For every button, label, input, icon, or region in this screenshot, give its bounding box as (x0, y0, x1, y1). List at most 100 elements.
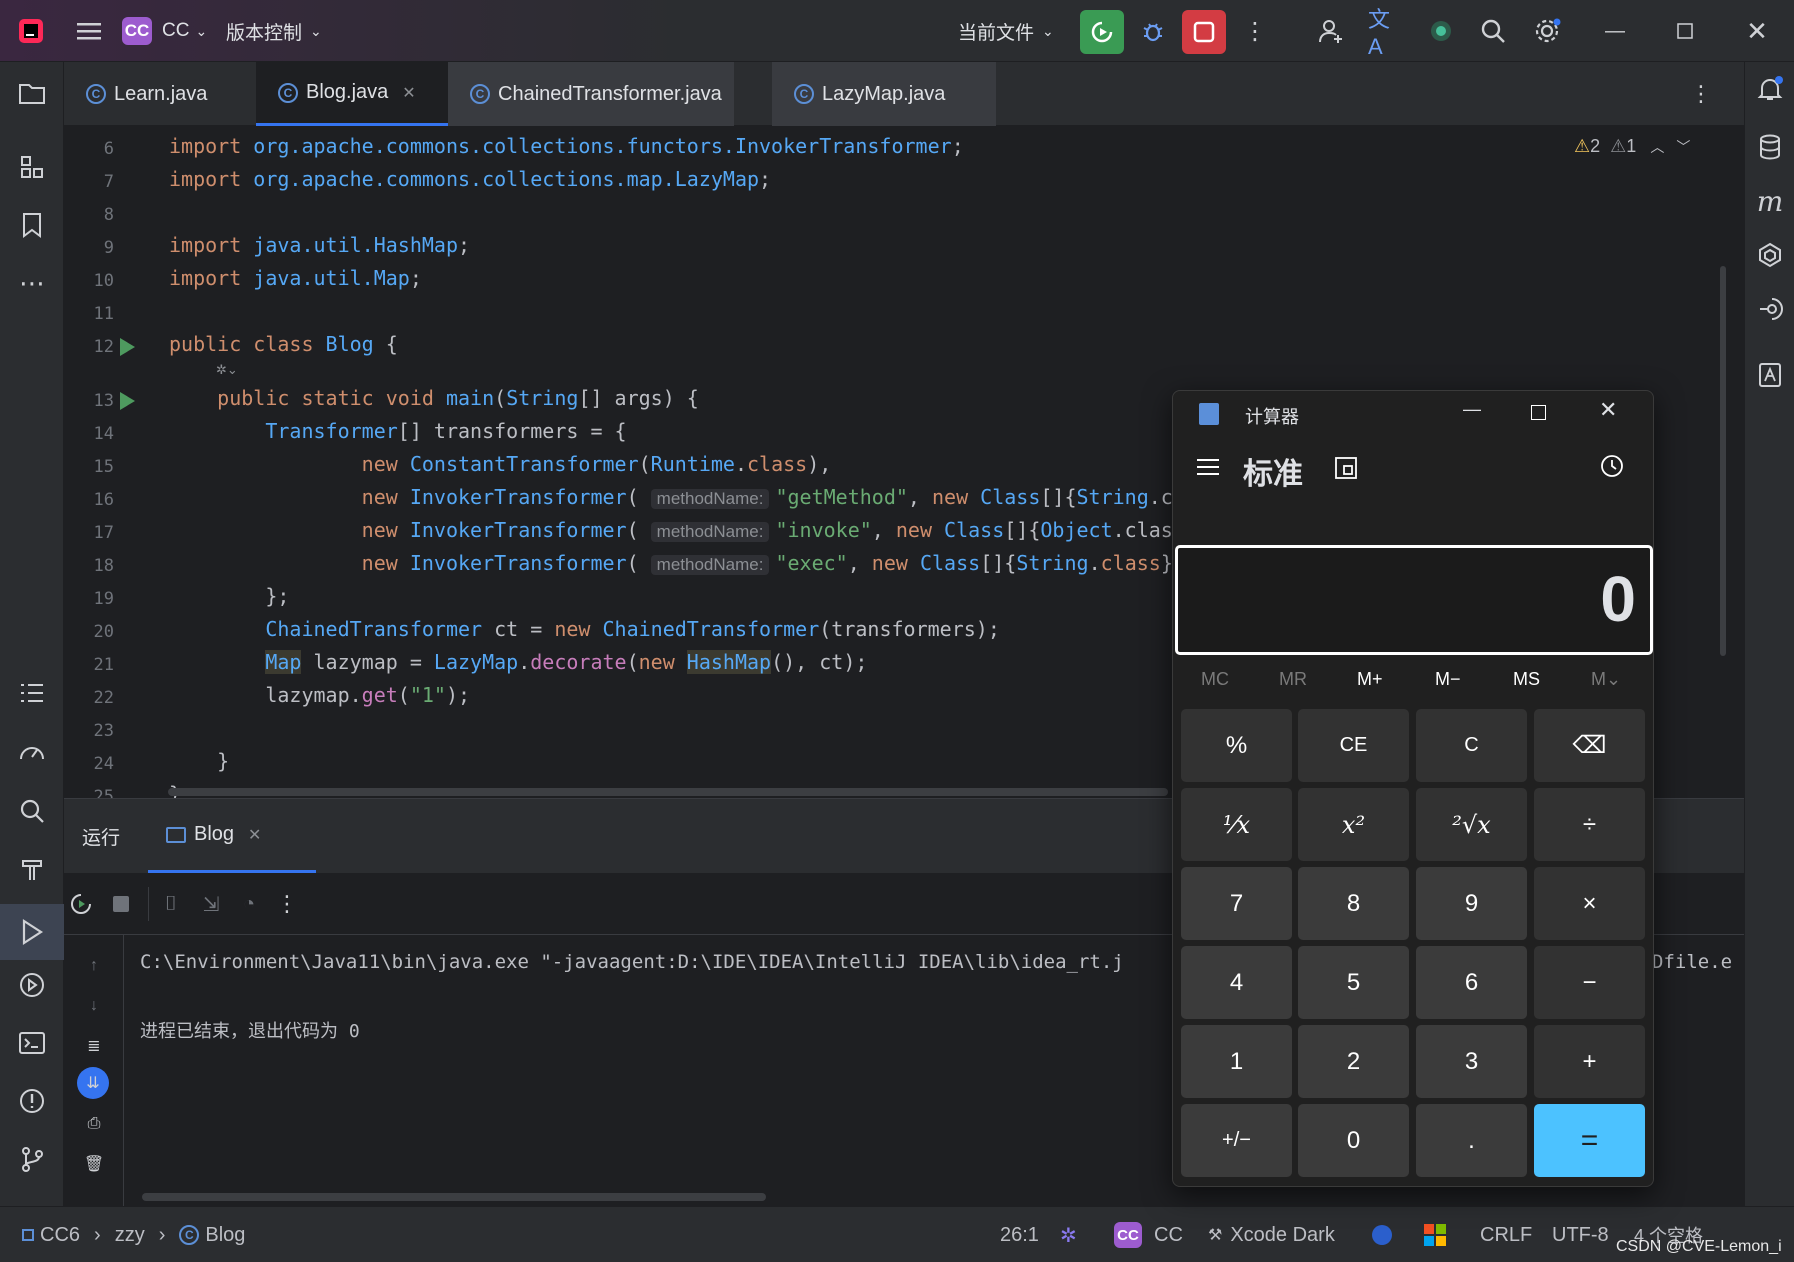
theme-status[interactable]: ⚒ Xcode Dark (1208, 1221, 1335, 1249)
project-selector[interactable]: CC CC ⌄ (122, 14, 207, 48)
scroll-to-end-icon[interactable]: ⇊ (77, 1067, 109, 1099)
intellij-logo-icon[interactable] (14, 14, 48, 48)
todo-list-icon[interactable] (15, 676, 49, 710)
maximize-icon[interactable] (1531, 405, 1546, 420)
digit-6-button[interactable]: 6 (1416, 946, 1527, 1019)
trash-icon[interactable]: 🗑 (77, 1147, 111, 1181)
profiler-icon[interactable]: ◔ (232, 887, 266, 921)
digit-9-button[interactable]: 9 (1416, 867, 1527, 940)
maximize-icon[interactable] (1668, 14, 1702, 48)
breadcrumb-item[interactable]: CC6 (40, 1224, 80, 1247)
run-gutter-icon[interactable] (120, 392, 135, 410)
console-horizontal-scrollbar[interactable] (142, 1193, 766, 1201)
percent-button[interactable]: % (1181, 709, 1292, 782)
more-tools-icon[interactable]: ⋯ (15, 266, 49, 300)
caret-position[interactable]: 26:1 (1000, 1221, 1039, 1249)
editor-horizontal-scrollbar[interactable] (168, 788, 1168, 796)
mr-button[interactable]: MR (1279, 669, 1307, 690)
minimize-icon[interactable]: — (1598, 14, 1632, 48)
tab-options-icon[interactable]: ⋮ (1684, 77, 1718, 111)
translation-panel-icon[interactable] (1753, 358, 1787, 392)
rerun-icon[interactable] (64, 887, 98, 921)
stop-icon[interactable] (104, 887, 138, 921)
search-icon[interactable] (1476, 14, 1510, 48)
problems-icon[interactable] (15, 1084, 49, 1118)
settings-gear-icon[interactable] (1530, 14, 1564, 48)
restore-layout-icon[interactable]: ⇲ (194, 887, 228, 921)
negate-button[interactable]: +/− (1181, 1104, 1292, 1177)
profiler-gauge-icon[interactable] (15, 734, 49, 768)
tab-chainedtransformer-java[interactable]: C ChainedTransformer.java (448, 62, 734, 126)
maven-icon[interactable]: m (1753, 184, 1787, 218)
blue-dot-icon[interactable] (1372, 1221, 1392, 1249)
ai-assistant-icon[interactable] (1424, 14, 1458, 48)
tab-learn-java[interactable]: C Learn.java (64, 62, 256, 126)
add-user-icon[interactable] (1314, 14, 1348, 48)
inspection-widget[interactable]: ⚠ 2 ⚠ 1 ︿ ﹀ (1574, 136, 1690, 157)
git-branch-icon[interactable] (15, 1142, 49, 1176)
file-encoding[interactable]: UTF-8 (1552, 1221, 1609, 1249)
close-tab-icon[interactable]: ✕ (402, 83, 415, 103)
debug-icon[interactable] (1136, 14, 1170, 48)
project-status[interactable]: CC CC (1114, 1221, 1183, 1249)
more-options-icon[interactable]: ⋮ (270, 887, 304, 921)
breadcrumb-item[interactable]: Blog (205, 1224, 245, 1247)
close-icon[interactable]: ✕ (1599, 397, 1617, 423)
digit-8-button[interactable]: 8 (1298, 867, 1409, 940)
add-button[interactable]: + (1534, 1025, 1645, 1098)
build-hammer-icon[interactable] (15, 852, 49, 886)
main-menu-icon[interactable] (72, 14, 106, 48)
find-search-icon[interactable] (15, 794, 49, 828)
run-tool-icon[interactable] (0, 904, 64, 960)
square-root-button[interactable]: ²√x (1416, 788, 1527, 861)
m-plus-button[interactable]: M+ (1357, 669, 1383, 690)
run-config-tab-blog[interactable]: Blog ✕ (148, 799, 316, 873)
ai-spiral-icon[interactable] (1753, 238, 1787, 272)
chevron-up-icon[interactable]: ︿ (1650, 137, 1664, 157)
clear-button[interactable]: C (1416, 709, 1527, 782)
soft-wrap-icon[interactable]: ≣ (77, 1029, 111, 1063)
digit-0-button[interactable]: 0 (1298, 1104, 1409, 1177)
square-button[interactable]: x² (1298, 788, 1409, 861)
digit-2-button[interactable]: 2 (1298, 1025, 1409, 1098)
ai-status-icon[interactable]: ✲ (1060, 1221, 1077, 1249)
scroll-down-icon[interactable]: ↓ (77, 989, 111, 1023)
digit-5-button[interactable]: 5 (1298, 946, 1409, 1019)
endpoints-icon[interactable] (1753, 292, 1787, 326)
history-icon[interactable] (1599, 453, 1625, 484)
editor-scrollbar[interactable] (1720, 266, 1726, 656)
ms-button[interactable]: MS (1513, 669, 1540, 690)
mc-button[interactable]: MC (1201, 669, 1229, 690)
more-actions-icon[interactable]: ⋮ (1238, 14, 1272, 48)
project-folder-icon[interactable] (15, 76, 49, 110)
vcs-menu[interactable]: 版本控制 ⌄ (226, 14, 322, 48)
services-icon[interactable] (15, 968, 49, 1002)
rerun-button[interactable] (1080, 10, 1124, 54)
stop-button[interactable] (1182, 10, 1226, 54)
reciprocal-button[interactable]: ⅟x (1181, 788, 1292, 861)
translate-icon[interactable]: 文A (1368, 7, 1402, 59)
run-config-selector[interactable]: 当前文件 ⌄ (958, 14, 1054, 48)
minimize-icon[interactable]: — (1463, 399, 1481, 420)
m-minus-button[interactable]: M− (1435, 669, 1461, 690)
clear-entry-button[interactable]: CE (1298, 709, 1409, 782)
bookmark-icon[interactable] (15, 208, 49, 242)
run-gutter-icon[interactable] (120, 338, 135, 356)
tab-lazymap-java[interactable]: C LazyMap.java (772, 62, 996, 126)
terminal-icon[interactable] (15, 1026, 49, 1060)
memory-list-button[interactable]: M⌄ (1591, 669, 1621, 690)
equals-button[interactable]: = (1534, 1104, 1645, 1177)
breadcrumb-item[interactable]: zzy (115, 1224, 145, 1247)
close-tab-icon[interactable]: ✕ (248, 825, 261, 845)
digit-1-button[interactable]: 1 (1181, 1025, 1292, 1098)
digit-3-button[interactable]: 3 (1416, 1025, 1527, 1098)
camera-icon[interactable]: ⌷ (154, 887, 188, 921)
chevron-down-icon[interactable]: ﹀ (1676, 137, 1690, 157)
hamburger-menu-icon[interactable] (1197, 457, 1221, 482)
keep-on-top-icon[interactable] (1333, 455, 1359, 486)
digit-7-button[interactable]: 7 (1181, 867, 1292, 940)
scroll-up-icon[interactable]: ↑ (77, 949, 111, 983)
tab-blog-java[interactable]: C Blog.java ✕ (256, 62, 448, 126)
line-separator[interactable]: CRLF (1480, 1221, 1532, 1249)
divide-button[interactable]: ÷ (1534, 788, 1645, 861)
